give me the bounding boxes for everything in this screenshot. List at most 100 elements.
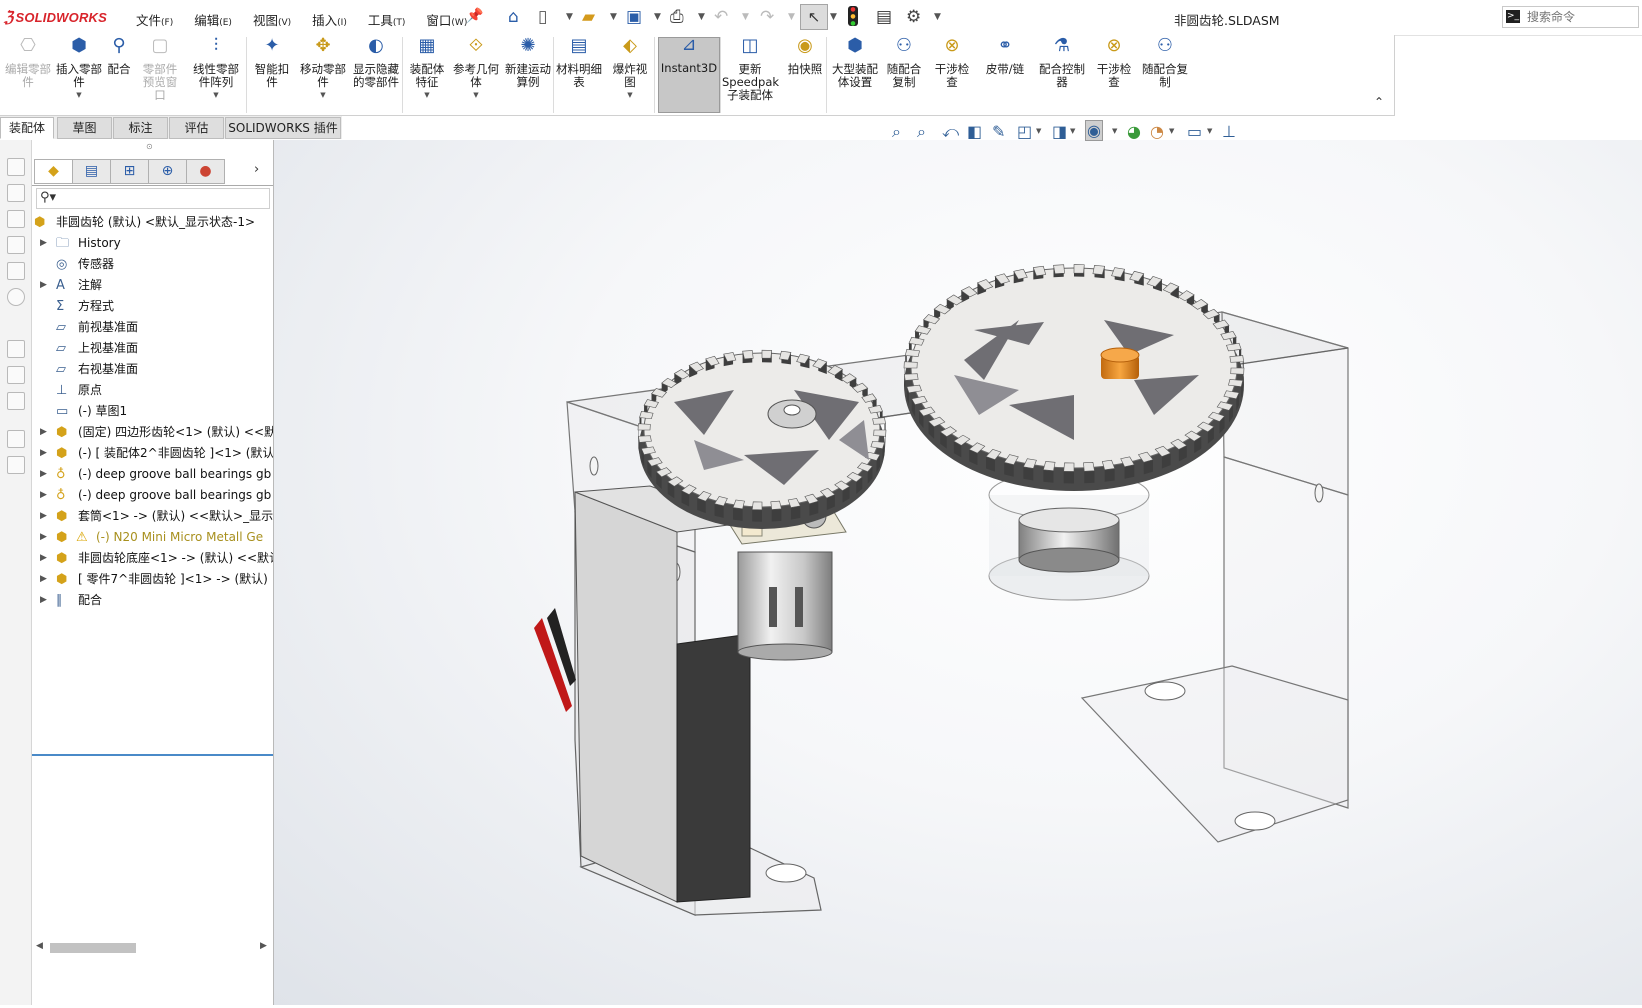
tree-item[interactable]: ▶⬢非圆齿轮底座<1> -> (默认) <<默认	[32, 548, 273, 569]
configuration-manager-tab-icon[interactable]: ⊞	[110, 159, 149, 184]
tree-item[interactable]: ◎传感器	[32, 254, 273, 275]
strip-copy-icon[interactable]	[7, 184, 25, 202]
strip-component-icon[interactable]	[7, 236, 25, 254]
tool-snapshot-button[interactable]: ◉拍快照	[786, 39, 824, 76]
tool-exploded-view-button[interactable]: ⬖爆炸视图▼	[608, 39, 652, 102]
rebuild-traffic-light-icon[interactable]: ●●●	[848, 6, 858, 26]
tool-instant3d-button[interactable]: ⊿Instant3D	[658, 37, 720, 113]
view-settings-icon[interactable]: ▭	[1187, 122, 1202, 141]
tool-reference-geometry-button[interactable]: ⟐参考几何体▼	[453, 39, 499, 102]
tool-insert-component-button[interactable]: ⬢插入零部件▼	[56, 39, 102, 102]
tool-copy-with-mates-2-button[interactable]: ⚇随配合复制	[1142, 39, 1188, 89]
hide-show-dropdown-icon[interactable]: ▼	[1112, 127, 1117, 135]
tree-rollback-bar[interactable]	[32, 754, 273, 756]
tab-solidworks-addins[interactable]: SOLIDWORKS 插件	[225, 117, 341, 139]
menu-file[interactable]: 文件(F)	[136, 10, 173, 29]
tab-markup[interactable]: 标注	[113, 117, 168, 139]
tab-assembly[interactable]: 装配体	[0, 117, 54, 139]
tree-item[interactable]: Σ方程式	[32, 296, 273, 317]
zoom-to-fit-icon[interactable]: ⌕	[892, 122, 901, 142]
strip-paste-icon[interactable]	[7, 210, 25, 228]
tree-item[interactable]: ▶⬢套筒<1> -> (默认) <<默认>_显示	[32, 506, 273, 527]
tab-evaluate[interactable]: 评估	[169, 117, 224, 139]
tree-item[interactable]: ▶♁(-) deep groove ball bearings gb	[32, 464, 273, 485]
chevron-down-icon[interactable]: ▼	[405, 89, 449, 102]
save-dropdown-icon[interactable]: ▼	[654, 12, 661, 22]
edit-appearance-icon[interactable]: ◕	[1127, 122, 1141, 141]
select-pointer-icon[interactable]: ↖	[800, 4, 828, 30]
dimxpert-tab-icon[interactable]: ⊕	[148, 159, 187, 184]
property-manager-tab-icon[interactable]: ▤	[72, 159, 111, 184]
expand-arrow-icon[interactable]: ▶	[40, 506, 47, 527]
search-command-box[interactable]: >_	[1502, 6, 1639, 28]
menu-window[interactable]: 窗口(W)	[426, 10, 467, 29]
chevron-down-icon[interactable]: ▼	[300, 89, 346, 102]
tree-item[interactable]: ▭(-) 草图1	[32, 401, 273, 422]
tool-mate-button[interactable]: ⚲配合	[104, 39, 134, 76]
strip-explorer-icon[interactable]	[7, 456, 25, 474]
graphics-area[interactable]	[274, 140, 1642, 1005]
redo-dropdown-icon[interactable]: ▼	[788, 12, 795, 22]
scroll-right-arrow-icon[interactable]: ▶	[260, 941, 267, 951]
undo-icon[interactable]: ↶	[714, 7, 728, 27]
tool-smart-fasteners-button[interactable]: ✦智能扣件	[250, 39, 294, 89]
tool-copy-with-mates-button[interactable]: ⚇随配合复制	[882, 39, 926, 89]
apply-scene-icon[interactable]: ◔	[1150, 122, 1164, 141]
tree-item[interactable]: ▱前视基准面	[32, 317, 273, 338]
tree-item[interactable]: ▱右视基准面	[32, 359, 273, 380]
expand-arrow-icon[interactable]: ▶	[40, 464, 47, 485]
open-folder-icon[interactable]: ▰	[582, 7, 595, 27]
new-dropdown-icon[interactable]: ▼	[566, 12, 573, 22]
expand-arrow-icon[interactable]: ▶	[40, 233, 47, 254]
panel-grip-icon[interactable]: ⊙	[146, 142, 153, 151]
expand-arrow-icon[interactable]: ▶	[40, 590, 47, 611]
strip-file-icon[interactable]	[7, 340, 25, 358]
previous-view-icon[interactable]: ⤺	[942, 122, 959, 142]
strip-appearance-icon[interactable]	[7, 366, 25, 384]
view-settings-dropdown-icon[interactable]: ▼	[1207, 127, 1212, 135]
view-orientation-icon[interactable]: ◰	[1017, 122, 1032, 141]
tool-bom-button[interactable]: ▤材料明细表	[556, 39, 602, 89]
expand-arrow-icon[interactable]: ▶	[40, 275, 47, 296]
tool-interference-check-button[interactable]: ⊗干涉检查	[930, 39, 974, 89]
undo-dropdown-icon[interactable]: ▼	[742, 12, 749, 22]
strip-configuration-icon[interactable]	[7, 262, 25, 280]
tree-item[interactable]: ▶⬢⚠(-) N20 Mini Micro Metall Ge	[32, 527, 273, 548]
chevron-down-icon[interactable]: ▼	[608, 89, 652, 102]
strip-custom-icon[interactable]	[7, 392, 25, 410]
collapse-ribbon-icon[interactable]: ⌃	[1374, 95, 1384, 109]
tree-item[interactable]: ▶A注解	[32, 275, 273, 296]
expand-arrow-icon[interactable]: ▶	[40, 527, 47, 548]
options-gear-icon[interactable]: ⚙	[906, 7, 921, 27]
tree-item[interactable]: ⊥原点	[32, 380, 273, 401]
expand-arrow-icon[interactable]: ▶	[40, 569, 47, 590]
expand-arrow-icon[interactable]: ▶	[40, 443, 47, 464]
print-icon[interactable]: ⎙	[670, 7, 684, 27]
file-properties-icon[interactable]: ▤	[876, 7, 892, 27]
scroll-thumb[interactable]	[50, 943, 136, 953]
redo-icon[interactable]: ↷	[760, 7, 774, 27]
view-orientation-dropdown-icon[interactable]: ▼	[1036, 127, 1041, 135]
strip-globe-icon[interactable]	[7, 288, 25, 306]
tree-item[interactable]: ▶♁(-) deep groove ball bearings gb	[32, 485, 273, 506]
search-command-input[interactable]	[1525, 8, 1639, 26]
menu-tools[interactable]: 工具(T)	[368, 10, 406, 29]
strip-library-icon[interactable]	[7, 430, 25, 448]
display-style-icon[interactable]: ◨	[1052, 122, 1067, 141]
tree-item[interactable]: ▶⬢(-) [ 装配体2^非圆齿轮 ]<1> (默认	[32, 443, 273, 464]
tree-item[interactable]: ▶∥配合	[32, 590, 273, 611]
expand-arrow-icon[interactable]: ▶	[40, 548, 47, 569]
tool-speedpak-button[interactable]: ◫更新Speedpak子装配体	[722, 39, 778, 102]
expand-arrow-icon[interactable]: ▶	[40, 485, 47, 506]
new-document-icon[interactable]: ▯	[538, 7, 547, 27]
solidworks-logo[interactable]: ℨSOLIDWORKS	[4, 8, 107, 26]
tree-item[interactable]: ▶⬢(固定) 四边形齿轮<1> (默认) <<默认	[32, 422, 273, 443]
tool-linear-pattern-button[interactable]: ⫶线性零部件阵列▼	[188, 39, 244, 102]
menu-insert[interactable]: 插入(I)	[312, 10, 347, 29]
dynamic-annotation-icon[interactable]: ✎	[992, 122, 1005, 141]
tool-move-component-button[interactable]: ✥移动零部件▼	[300, 39, 346, 102]
expand-arrow-icon[interactable]: ▶	[40, 422, 47, 443]
menu-edit[interactable]: 编辑(E)	[194, 10, 232, 29]
tool-assembly-features-button[interactable]: ▦装配体特征▼	[405, 39, 449, 102]
pin-icon[interactable]: 📌	[466, 8, 483, 24]
